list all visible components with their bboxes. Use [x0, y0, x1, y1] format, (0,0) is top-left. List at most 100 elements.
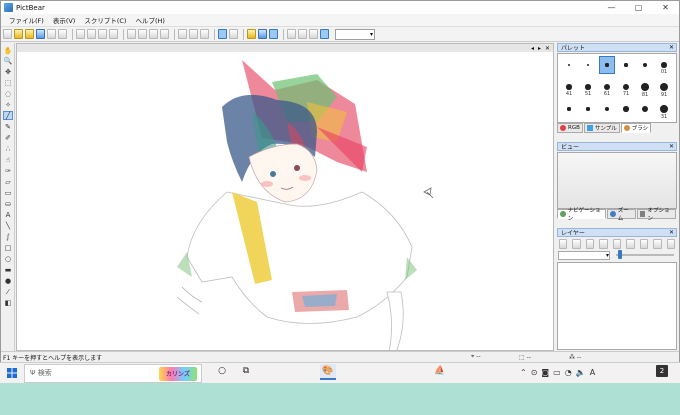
brush-preset[interactable]	[562, 57, 576, 67]
rectangle-tool-icon[interactable]: □	[3, 243, 13, 252]
merge-layer-icon[interactable]	[599, 238, 608, 249]
grid-icon[interactable]	[218, 29, 227, 39]
brush-preset[interactable]	[600, 101, 614, 112]
menu-script[interactable]: スクリプト(C)	[84, 15, 126, 25]
palette-panel-header[interactable]: パレット ✕	[557, 43, 677, 52]
close-icon[interactable]: ✕	[669, 44, 674, 51]
undo-icon[interactable]	[127, 29, 136, 39]
brush-preset[interactable]	[619, 101, 633, 113]
zoom-select[interactable]: ▾	[335, 28, 375, 40]
close-icon[interactable]: ✕	[669, 143, 674, 150]
minimize-button[interactable]: —	[598, 3, 625, 12]
chevron-up-icon[interactable]: ⌃	[520, 368, 527, 377]
camera-icon[interactable]: ◙	[541, 368, 549, 377]
layer-props-icon[interactable]	[639, 238, 649, 249]
scroll-right-icon[interactable]: ▸	[538, 45, 541, 52]
clear-icon[interactable]	[109, 29, 118, 39]
tab-rgb[interactable]: RGB	[557, 123, 583, 133]
line-tool-icon[interactable]: ╲	[3, 221, 13, 230]
network-icon[interactable]: ⊙	[531, 368, 538, 377]
open-recent-icon[interactable]	[25, 29, 34, 39]
spray-tool-icon[interactable]: ∴	[3, 144, 13, 153]
brush-preset[interactable]: 81	[638, 79, 652, 98]
close-icon[interactable]: ✕	[669, 229, 674, 236]
tab-brush[interactable]: ブラシ	[620, 123, 652, 133]
panel-center-icon[interactable]	[298, 29, 307, 39]
brush-preset[interactable]	[562, 101, 576, 112]
hand-tool-icon[interactable]: ✋	[3, 46, 13, 55]
zoom-in-icon[interactable]	[178, 29, 187, 39]
wifi-icon[interactable]: ◔	[565, 368, 572, 377]
layer-lock-icon[interactable]	[666, 238, 675, 249]
layer-view-icon[interactable]	[269, 29, 278, 39]
color-wheel-icon[interactable]	[258, 29, 267, 39]
redo-dropdown-icon[interactable]	[160, 29, 169, 39]
brush-preset[interactable]	[599, 56, 615, 74]
brush-preset[interactable]	[581, 101, 595, 112]
lasso-select-icon[interactable]: ◌	[3, 89, 13, 98]
battery-icon[interactable]: ▭	[553, 368, 561, 377]
brush-preset[interactable]: 91	[657, 79, 671, 98]
dropper-tool-icon[interactable]: ⁄	[3, 287, 13, 296]
volume-icon[interactable]: 🔈	[576, 368, 586, 377]
rect-select-icon[interactable]: ⬚	[3, 78, 13, 87]
ruler-icon[interactable]	[229, 29, 238, 39]
layer-up-icon[interactable]	[612, 238, 622, 249]
task-view-icon[interactable]: ⧉	[240, 365, 252, 377]
brush-preset[interactable]: 31	[657, 101, 671, 120]
magic-wand-icon[interactable]: ✧	[3, 100, 13, 109]
tab-navigation[interactable]: ナビゲーション	[557, 208, 607, 222]
layer-mask-icon[interactable]	[653, 238, 662, 249]
taskbar-search-box[interactable]: Ψ 検索 カリンズ	[24, 363, 202, 383]
ime-indicator[interactable]: A	[590, 368, 595, 377]
brush-preset[interactable]	[638, 57, 652, 68]
smudge-tool-icon[interactable]: ☝	[3, 155, 13, 164]
brush-preset[interactable]	[619, 57, 633, 68]
brush-preset[interactable]: 61	[600, 79, 614, 97]
curve-tool-icon[interactable]: ∫	[3, 232, 13, 241]
new-file-icon[interactable]	[3, 29, 12, 39]
text-tool-icon[interactable]: A	[3, 210, 13, 219]
brush-preset[interactable]: 71	[619, 79, 633, 97]
navigation-preview[interactable]	[557, 152, 677, 209]
opacity-slider-handle[interactable]	[618, 250, 622, 259]
print-icon[interactable]	[58, 29, 67, 39]
delete-layer-icon[interactable]	[585, 238, 595, 249]
menu-file[interactable]: ファイル(F)	[9, 15, 44, 25]
cortana-icon[interactable]: ○	[216, 365, 228, 377]
zoom-out-icon[interactable]	[189, 29, 198, 39]
start-button[interactable]	[0, 363, 24, 384]
color-picker-icon[interactable]	[247, 29, 256, 39]
fill-tool-icon[interactable]: ⛀	[3, 199, 13, 208]
opacity-slider-track[interactable]	[616, 254, 674, 256]
save-icon[interactable]	[36, 29, 45, 39]
layer-panel-header[interactable]: レイヤー ✕	[557, 228, 677, 237]
panel-full-icon[interactable]	[320, 29, 329, 39]
pinned-app-icon[interactable]: ⛵	[434, 365, 446, 377]
gradient-tool-icon[interactable]: ▭	[3, 188, 13, 197]
paste-icon[interactable]	[98, 29, 107, 39]
maximize-button[interactable]: ▢	[625, 3, 652, 12]
brush-preset[interactable]: 41	[562, 79, 576, 97]
brush-preset[interactable]	[581, 57, 595, 67]
menu-help[interactable]: ヘルプ(H)	[135, 15, 164, 25]
layer-list[interactable]	[557, 262, 677, 350]
brush-preset[interactable]: 01	[657, 57, 671, 75]
magnifier-tool-icon[interactable]: 🔍	[3, 56, 13, 65]
panel-left-icon[interactable]	[287, 29, 296, 39]
close-button[interactable]: ✕	[652, 3, 679, 12]
layer-down-icon[interactable]	[626, 238, 635, 249]
undo-dropdown-icon[interactable]	[138, 29, 147, 39]
eraser-tool-icon[interactable]: ▱	[3, 177, 13, 186]
canvas-area[interactable]: ◂ ▸ ✕	[16, 43, 554, 351]
new-layer-icon[interactable]	[559, 238, 568, 249]
pen-tool-icon[interactable]: ╱	[3, 111, 13, 120]
title-bar[interactable]: PictBear — ▢ ✕	[1, 1, 679, 14]
fill-ellipse-tool-icon[interactable]: ●	[3, 276, 13, 285]
color-swatch-icon[interactable]: ◧	[3, 298, 13, 307]
scroll-left-icon[interactable]: ◂	[531, 45, 534, 52]
brush-tool-icon[interactable]: ✐	[3, 133, 13, 142]
tab-sample[interactable]: サンプル	[583, 123, 620, 133]
ellipse-tool-icon[interactable]: ○	[3, 254, 13, 263]
move-tool-icon[interactable]: ✥	[3, 67, 13, 76]
